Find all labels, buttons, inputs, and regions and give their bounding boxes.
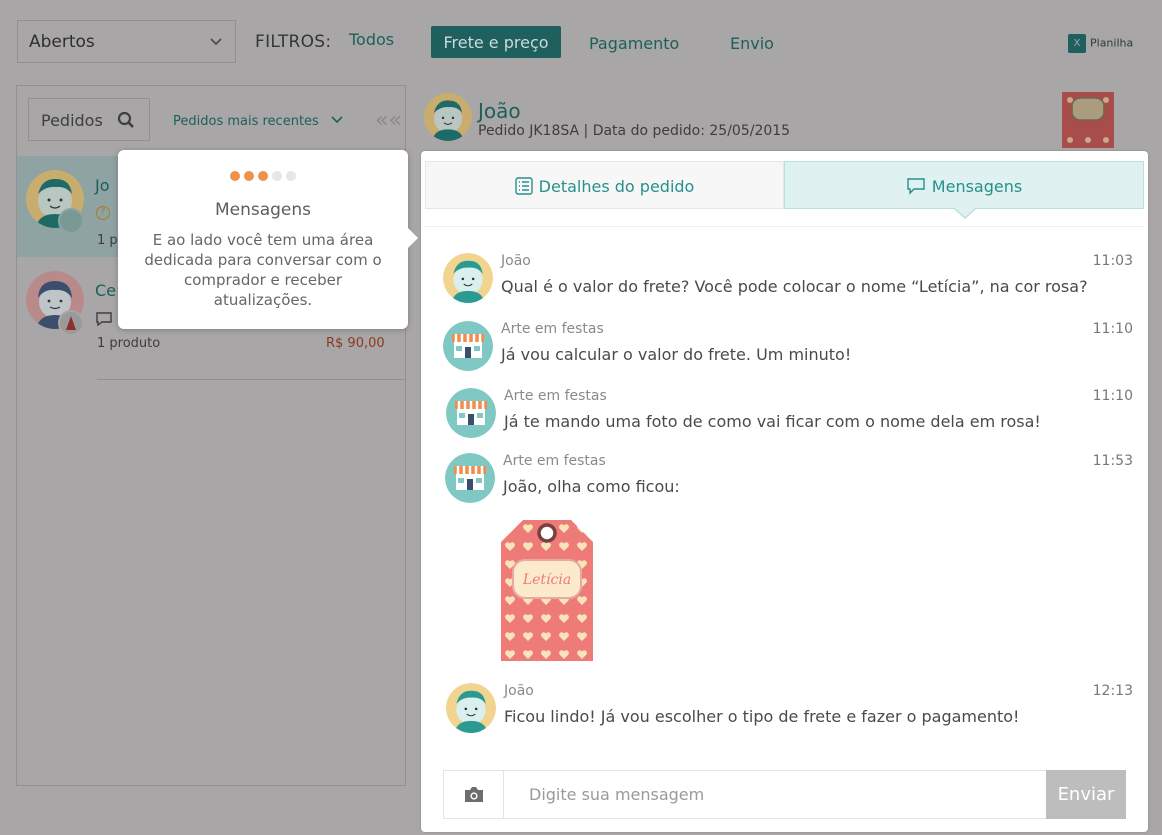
order-products: 1 produto (97, 336, 161, 351)
excel-icon: X (1068, 34, 1086, 53)
conversation-panel: Detalhes do pedido Mensagens João 11:03 … (421, 151, 1148, 832)
buyer-avatar-icon (443, 253, 493, 303)
message-author: João (504, 683, 534, 699)
top-bar: Abertos FILTROS: Todos Frete e preço Pag… (0, 0, 1162, 84)
message-author: Arte em festas (501, 321, 604, 337)
buyer-name: João (478, 99, 521, 123)
filter-frete-e-preco[interactable]: Frete e preço (431, 26, 561, 58)
tag-name-text: Letícia (522, 572, 571, 588)
chevron-down-icon (210, 38, 222, 46)
message-time: 11:53 (1092, 453, 1133, 469)
export-spreadsheet-button[interactable]: X Planilha (1068, 34, 1133, 53)
store-avatar-icon (445, 453, 495, 503)
order-price: R$ 90,00 (326, 336, 385, 351)
tab-order-details[interactable]: Detalhes do pedido (425, 161, 784, 209)
onboarding-tooltip: Mensagens E ao lado você tem uma área de… (118, 150, 418, 329)
filter-pagamento[interactable]: Pagamento (589, 26, 679, 58)
order-buyer-name: Jo (95, 176, 110, 195)
step-dot[interactable] (244, 171, 254, 181)
message-text: Já te mando uma foto de como vai ficar c… (504, 412, 1041, 431)
product-badge-icon (58, 208, 84, 234)
status-select[interactable]: Abertos (17, 20, 236, 63)
list-icon (514, 177, 533, 195)
divider (97, 379, 405, 380)
message-thread: João 11:03 Qual é o valor do frete? Você… (425, 226, 1144, 750)
step-dot[interactable] (230, 171, 240, 181)
export-label: Planilha (1090, 36, 1134, 50)
message-time: 11:10 (1092, 321, 1133, 337)
chat-bubble-icon (907, 178, 925, 195)
step-dot[interactable] (258, 171, 268, 181)
message-author: João (501, 253, 531, 269)
message-time: 11:10 (1092, 388, 1133, 404)
tab-label: Mensagens (931, 177, 1023, 196)
search-icon (117, 111, 134, 128)
camera-icon (465, 787, 483, 802)
sort-label: Pedidos mais recentes (173, 114, 319, 129)
message-text: João, olha como ficou: (503, 477, 680, 496)
tab-label: Detalhes do pedido (538, 177, 695, 196)
order-meta: Pedido JK18SA | Data do pedido: 25/05/20… (478, 123, 791, 139)
tooltip-pointer (408, 228, 418, 248)
party-hat-badge-icon (58, 310, 84, 336)
message-composer: Enviar (443, 770, 1126, 819)
message-time: 12:13 (1092, 683, 1133, 699)
buyer-avatar-icon (446, 683, 496, 733)
tooltip-body: E ao lado você tem uma área dedicada par… (144, 231, 382, 309)
question-icon: ? (96, 206, 110, 220)
tooltip-title: Mensagens (214, 200, 312, 220)
attach-photo-button[interactable] (444, 771, 504, 818)
store-avatar-icon (443, 321, 493, 371)
orders-search[interactable]: Pedidos (28, 98, 150, 141)
message-input[interactable] (505, 771, 1048, 818)
order-header: João Pedido JK18SA | Data do pedido: 25/… (407, 85, 1162, 155)
message-text: Qual é o valor do frete? Você pode coloc… (501, 277, 1088, 296)
tab-messages[interactable]: Mensagens (784, 161, 1144, 209)
message-time: 11:03 (1092, 253, 1133, 269)
message-author: Arte em festas (503, 453, 606, 469)
product-thumbnail[interactable] (1062, 92, 1114, 148)
message-icon (96, 312, 112, 327)
send-button[interactable]: Enviar (1046, 770, 1126, 819)
collapse-sidebar-icon[interactable]: «« (375, 108, 402, 133)
message-text: Já vou calcular o valor do frete. Um min… (501, 345, 852, 364)
step-dot[interactable] (286, 171, 296, 181)
tooltip-step-indicator (118, 166, 408, 185)
tab-bar: Detalhes do pedido Mensagens (425, 161, 1144, 211)
filter-todos[interactable]: Todos (349, 24, 394, 56)
message-author: Arte em festas (504, 388, 607, 404)
order-buyer-name: Ce (95, 281, 117, 300)
search-label: Pedidos (41, 111, 103, 130)
store-avatar-icon (446, 388, 496, 438)
tab-pointer (955, 208, 975, 217)
status-select-value: Abertos (29, 32, 95, 52)
attachment-image[interactable]: Letícia (501, 520, 593, 661)
buyer-avatar-icon (424, 93, 472, 141)
chevron-down-icon (331, 116, 343, 124)
filter-envio[interactable]: Envio (730, 26, 774, 58)
message-text: Ficou lindo! Já vou escolher o tipo de f… (504, 707, 1020, 726)
filters-label: FILTROS: (255, 32, 332, 52)
sort-dropdown[interactable]: Pedidos mais recentes (173, 113, 343, 129)
step-dot[interactable] (272, 171, 282, 181)
